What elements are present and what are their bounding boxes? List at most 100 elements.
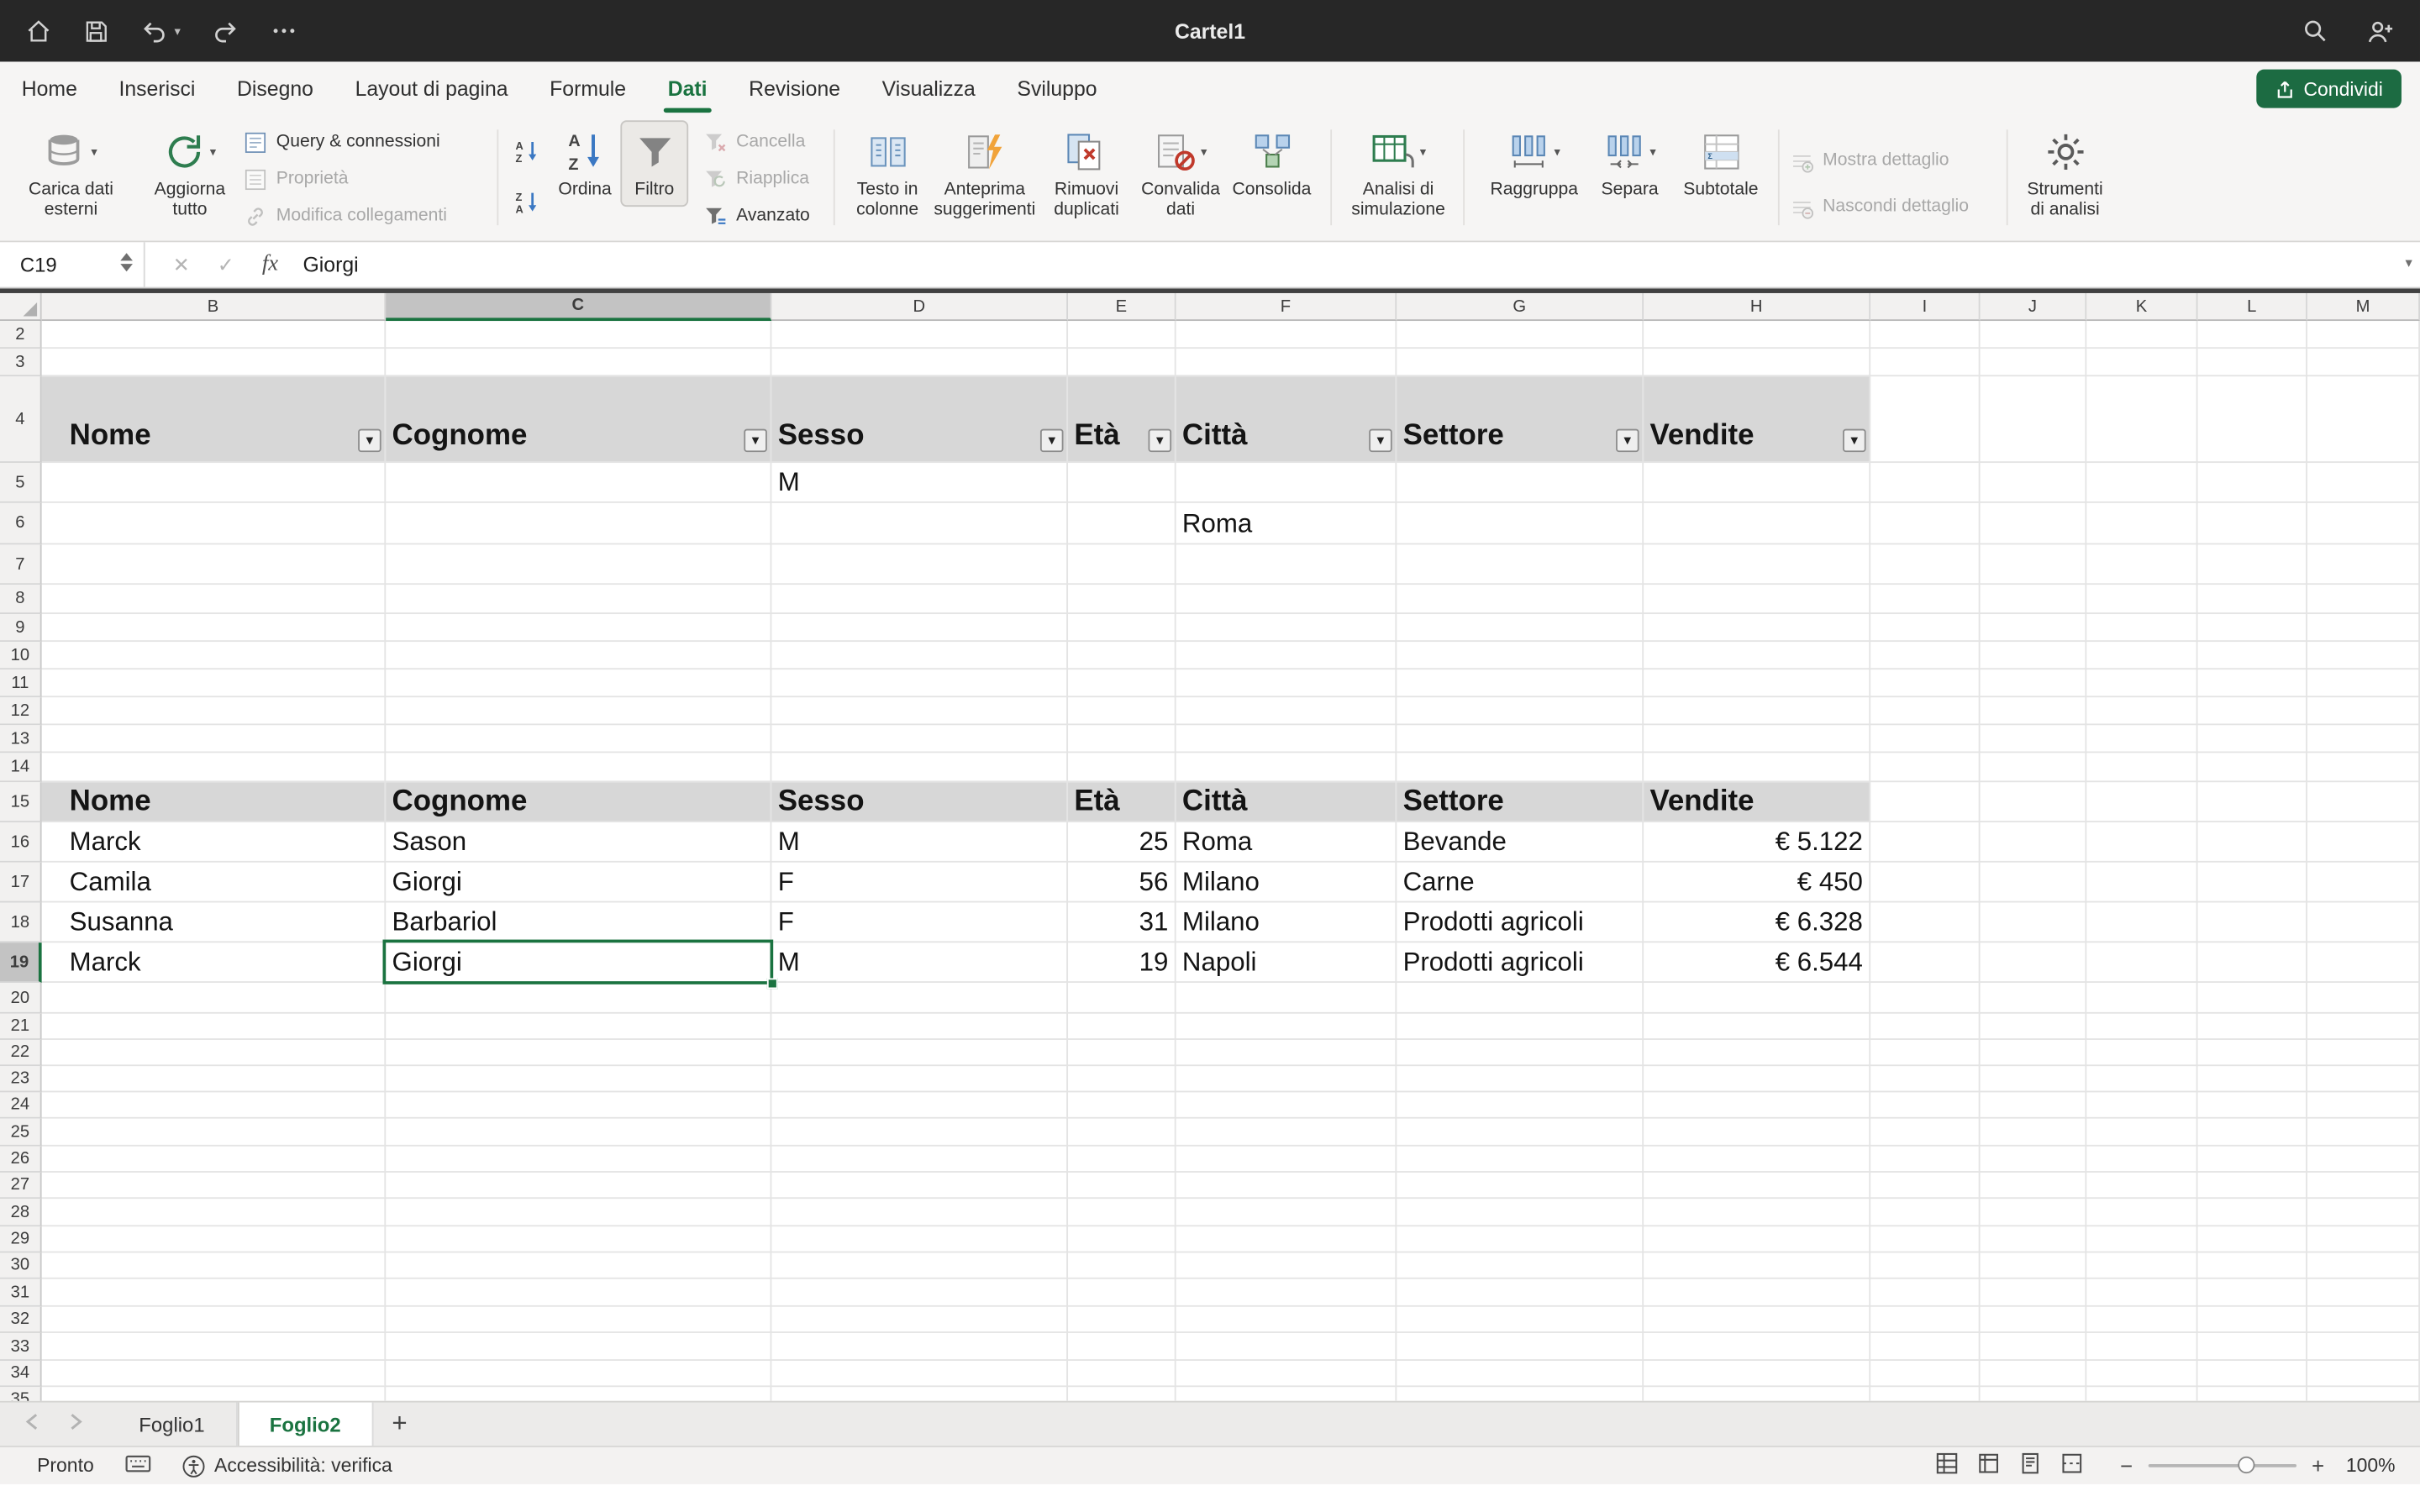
sort-ascending-icon[interactable]: AZ [515, 139, 539, 171]
column-header-L[interactable]: L [2198, 293, 2307, 321]
proprieta-button[interactable]: Proprietà [244, 166, 447, 191]
cell-E16[interactable]: 25 [1068, 822, 1176, 863]
row-header-10[interactable]: 10 [0, 642, 42, 669]
page-break-view-icon[interactable] [2060, 1452, 2083, 1479]
sheet-tab-foglio2[interactable]: Foglio2 [237, 1403, 373, 1446]
column-header-E[interactable]: E [1068, 293, 1176, 321]
row-header-6[interactable]: 6 [0, 503, 42, 545]
cell-F18[interactable]: Milano [1176, 902, 1397, 942]
cell-G19[interactable]: Prodotti agricoli [1397, 942, 1644, 983]
cancella-filtro-button[interactable]: Cancella [704, 129, 810, 154]
carica-dati-esterni-button[interactable]: ▾ Carica dati esterni [15, 123, 126, 222]
tab-formule[interactable]: Formule [550, 76, 626, 100]
nascondi-dettaglio-button[interactable]: Nascondi dettaglio [1791, 194, 1969, 218]
home-icon[interactable] [24, 17, 52, 45]
filter-dropdown-D4[interactable]: ▼ [1040, 429, 1064, 453]
accessibility-status[interactable]: Accessibilità: verifica [182, 1454, 392, 1478]
filter-dropdown-B4[interactable]: ▼ [358, 429, 381, 453]
cell-H15[interactable]: Vendite [1644, 782, 1870, 822]
row-header-4[interactable]: 4 [0, 376, 42, 463]
cell-E18[interactable]: 31 [1068, 902, 1176, 942]
sheet-tab-foglio1[interactable]: Foglio1 [108, 1403, 238, 1446]
cell-C15[interactable]: Cognome [386, 782, 771, 822]
insert-function-icon[interactable]: fx [262, 251, 278, 277]
formula-input[interactable]: Giorgi [303, 253, 359, 276]
cell-H19[interactable]: € 6.544 [1644, 942, 1870, 983]
row-header-2[interactable]: 2 [0, 321, 42, 349]
row-header-13[interactable]: 13 [0, 725, 42, 753]
separa-button[interactable]: ▾ Separa [1593, 123, 1667, 201]
testo-in-colonne-button[interactable]: Testo in colonne [846, 123, 929, 222]
tab-home[interactable]: Home [22, 76, 77, 100]
cell-B4[interactable]: Nome▼ [42, 376, 387, 463]
zoom-slider-thumb[interactable] [2238, 1457, 2254, 1473]
cell-D17[interactable]: F [771, 863, 1068, 903]
save-icon[interactable] [83, 18, 109, 44]
page-layout-view-icon[interactable] [2018, 1452, 2042, 1479]
consolida-button[interactable]: Consolida [1228, 123, 1315, 201]
filter-dropdown-F4[interactable]: ▼ [1369, 429, 1392, 453]
cancel-entry-icon[interactable]: ✕ [173, 252, 190, 276]
tab-dati[interactable]: Dati [668, 76, 708, 100]
confirm-entry-icon[interactable]: ✓ [218, 252, 234, 276]
query-connessioni-button[interactable]: Query & connessioni [244, 129, 447, 154]
column-header-F[interactable]: F [1176, 293, 1397, 321]
sheet-view-icon[interactable] [1935, 1452, 1959, 1479]
row-header-30[interactable]: 30 [0, 1252, 42, 1278]
zoom-out-button[interactable]: − [2120, 1453, 2133, 1478]
filter-dropdown-C4[interactable]: ▼ [744, 429, 767, 453]
row-header-35[interactable]: 35 [0, 1387, 42, 1401]
cell-D18[interactable]: F [771, 902, 1068, 942]
undo-button[interactable]: ▾ [140, 17, 181, 45]
cell-D16[interactable]: M [771, 822, 1068, 863]
row-header-22[interactable]: 22 [0, 1040, 42, 1066]
row-header-11[interactable]: 11 [0, 669, 42, 697]
row-header-33[interactable]: 33 [0, 1333, 42, 1361]
tab-sviluppo[interactable]: Sviluppo [1017, 76, 1097, 100]
select-all-corner[interactable] [0, 293, 42, 321]
cell-D19[interactable]: M [771, 942, 1068, 983]
row-header-16[interactable]: 16 [0, 822, 42, 863]
cell-F4[interactable]: Città▼ [1176, 376, 1397, 463]
row-header-29[interactable]: 29 [0, 1226, 42, 1252]
sort-descending-icon[interactable]: ZA [515, 190, 539, 223]
modifica-collegamenti-button[interactable]: Modifica collegamenti [244, 203, 447, 228]
row-header-28[interactable]: 28 [0, 1199, 42, 1226]
cell-E19[interactable]: 19 [1068, 942, 1176, 983]
aggiorna-tutto-button[interactable]: ▾ Aggiorna tutto [145, 123, 235, 222]
cell-B17[interactable]: Camila [42, 863, 387, 903]
zoom-in-button[interactable]: + [2312, 1453, 2324, 1478]
cell-E4[interactable]: Età▼ [1068, 376, 1176, 463]
filter-dropdown-H4[interactable]: ▼ [1843, 429, 1866, 453]
next-sheet-icon[interactable] [70, 1410, 84, 1438]
row-header-19[interactable]: 19 [0, 942, 42, 983]
cell-B15[interactable]: Nome [42, 782, 387, 822]
tab-inserisci[interactable]: Inserisci [118, 76, 195, 100]
cell-C18[interactable]: Barbariol [386, 902, 771, 942]
row-header-15[interactable]: 15 [0, 782, 42, 822]
row-header-14[interactable]: 14 [0, 753, 42, 782]
cell-F6[interactable]: Roma [1176, 503, 1397, 545]
redo-button[interactable] [212, 17, 239, 45]
filter-dropdown-G4[interactable]: ▼ [1616, 429, 1639, 453]
riapplica-filtro-button[interactable]: Riapplica [704, 166, 810, 191]
column-header-B[interactable]: B [42, 293, 387, 321]
row-header-3[interactable]: 3 [0, 349, 42, 376]
row-header-12[interactable]: 12 [0, 697, 42, 725]
filter-dropdown-E4[interactable]: ▼ [1149, 429, 1172, 453]
previous-sheet-icon[interactable] [24, 1410, 39, 1438]
subtotale-button[interactable]: Σ Subtotale [1676, 123, 1766, 201]
row-header-25[interactable]: 25 [0, 1119, 42, 1147]
cell-B16[interactable]: Marck [42, 822, 387, 863]
ordina-button[interactable]: AZ Ordina [553, 123, 618, 201]
row-header-20[interactable]: 20 [0, 983, 42, 1014]
rimuovi-duplicati-button[interactable]: Rimuovi duplicati [1040, 123, 1133, 222]
row-header-18[interactable]: 18 [0, 902, 42, 942]
column-header-G[interactable]: G [1397, 293, 1644, 321]
search-icon[interactable] [2302, 17, 2329, 45]
tab-visualizza[interactable]: Visualizza [882, 76, 976, 100]
share-user-icon[interactable] [2366, 16, 2396, 45]
keyboard-icon[interactable] [124, 1452, 150, 1479]
row-header-23[interactable]: 23 [0, 1066, 42, 1092]
cell-C16[interactable]: Sason [386, 822, 771, 863]
